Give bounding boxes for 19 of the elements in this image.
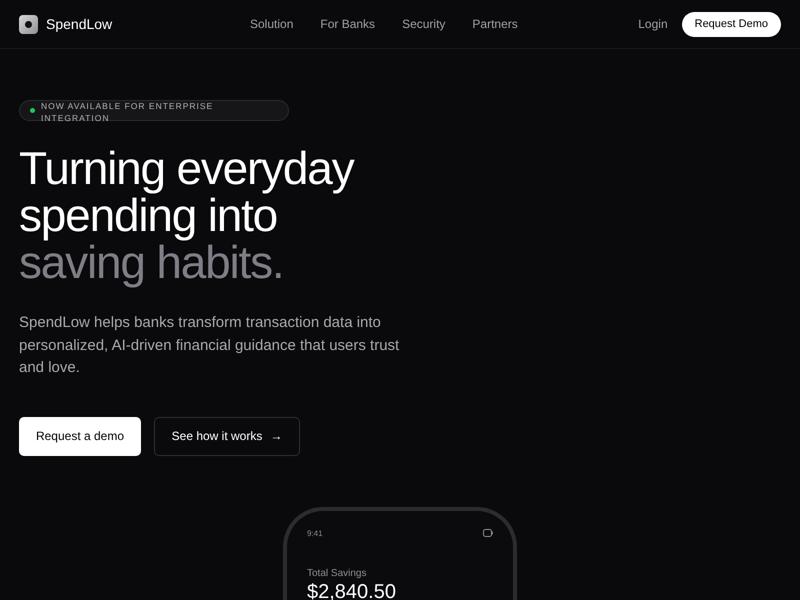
- battery-icon: [483, 529, 493, 537]
- login-link[interactable]: Login: [638, 17, 668, 31]
- see-how-it-works-button[interactable]: See how it works →: [154, 416, 300, 456]
- logo-icon[interactable]: [19, 14, 38, 34]
- badge-text: NOW AVAILABLE FOR ENTERPRISE INTEGRATION: [41, 100, 214, 124]
- nav-link[interactable]: Security: [402, 17, 446, 31]
- headline-line: saving habits.: [19, 239, 284, 286]
- savings-label: Total Savings: [307, 568, 368, 578]
- headline-line: spending into: [19, 192, 278, 239]
- hero-description: SpendLow helps banks transform transaction data into personalized, AI-driven financial guidance that users trust and love.: [19, 313, 400, 378]
- nav-link[interactable]: For Banks: [320, 17, 376, 31]
- status-time: 9:41: [307, 528, 323, 538]
- nav-link[interactable]: Partners: [472, 17, 518, 31]
- request-demo-button[interactable]: Request Demo: [682, 12, 781, 36]
- brand-name[interactable]: SpendLow: [46, 16, 112, 32]
- request-demo-button[interactable]: Request a demo: [19, 416, 141, 456]
- headline-line: Turning everyday: [19, 145, 354, 192]
- nav-link[interactable]: Solution: [250, 17, 294, 31]
- savings-amount: $2,840.50: [307, 580, 397, 600]
